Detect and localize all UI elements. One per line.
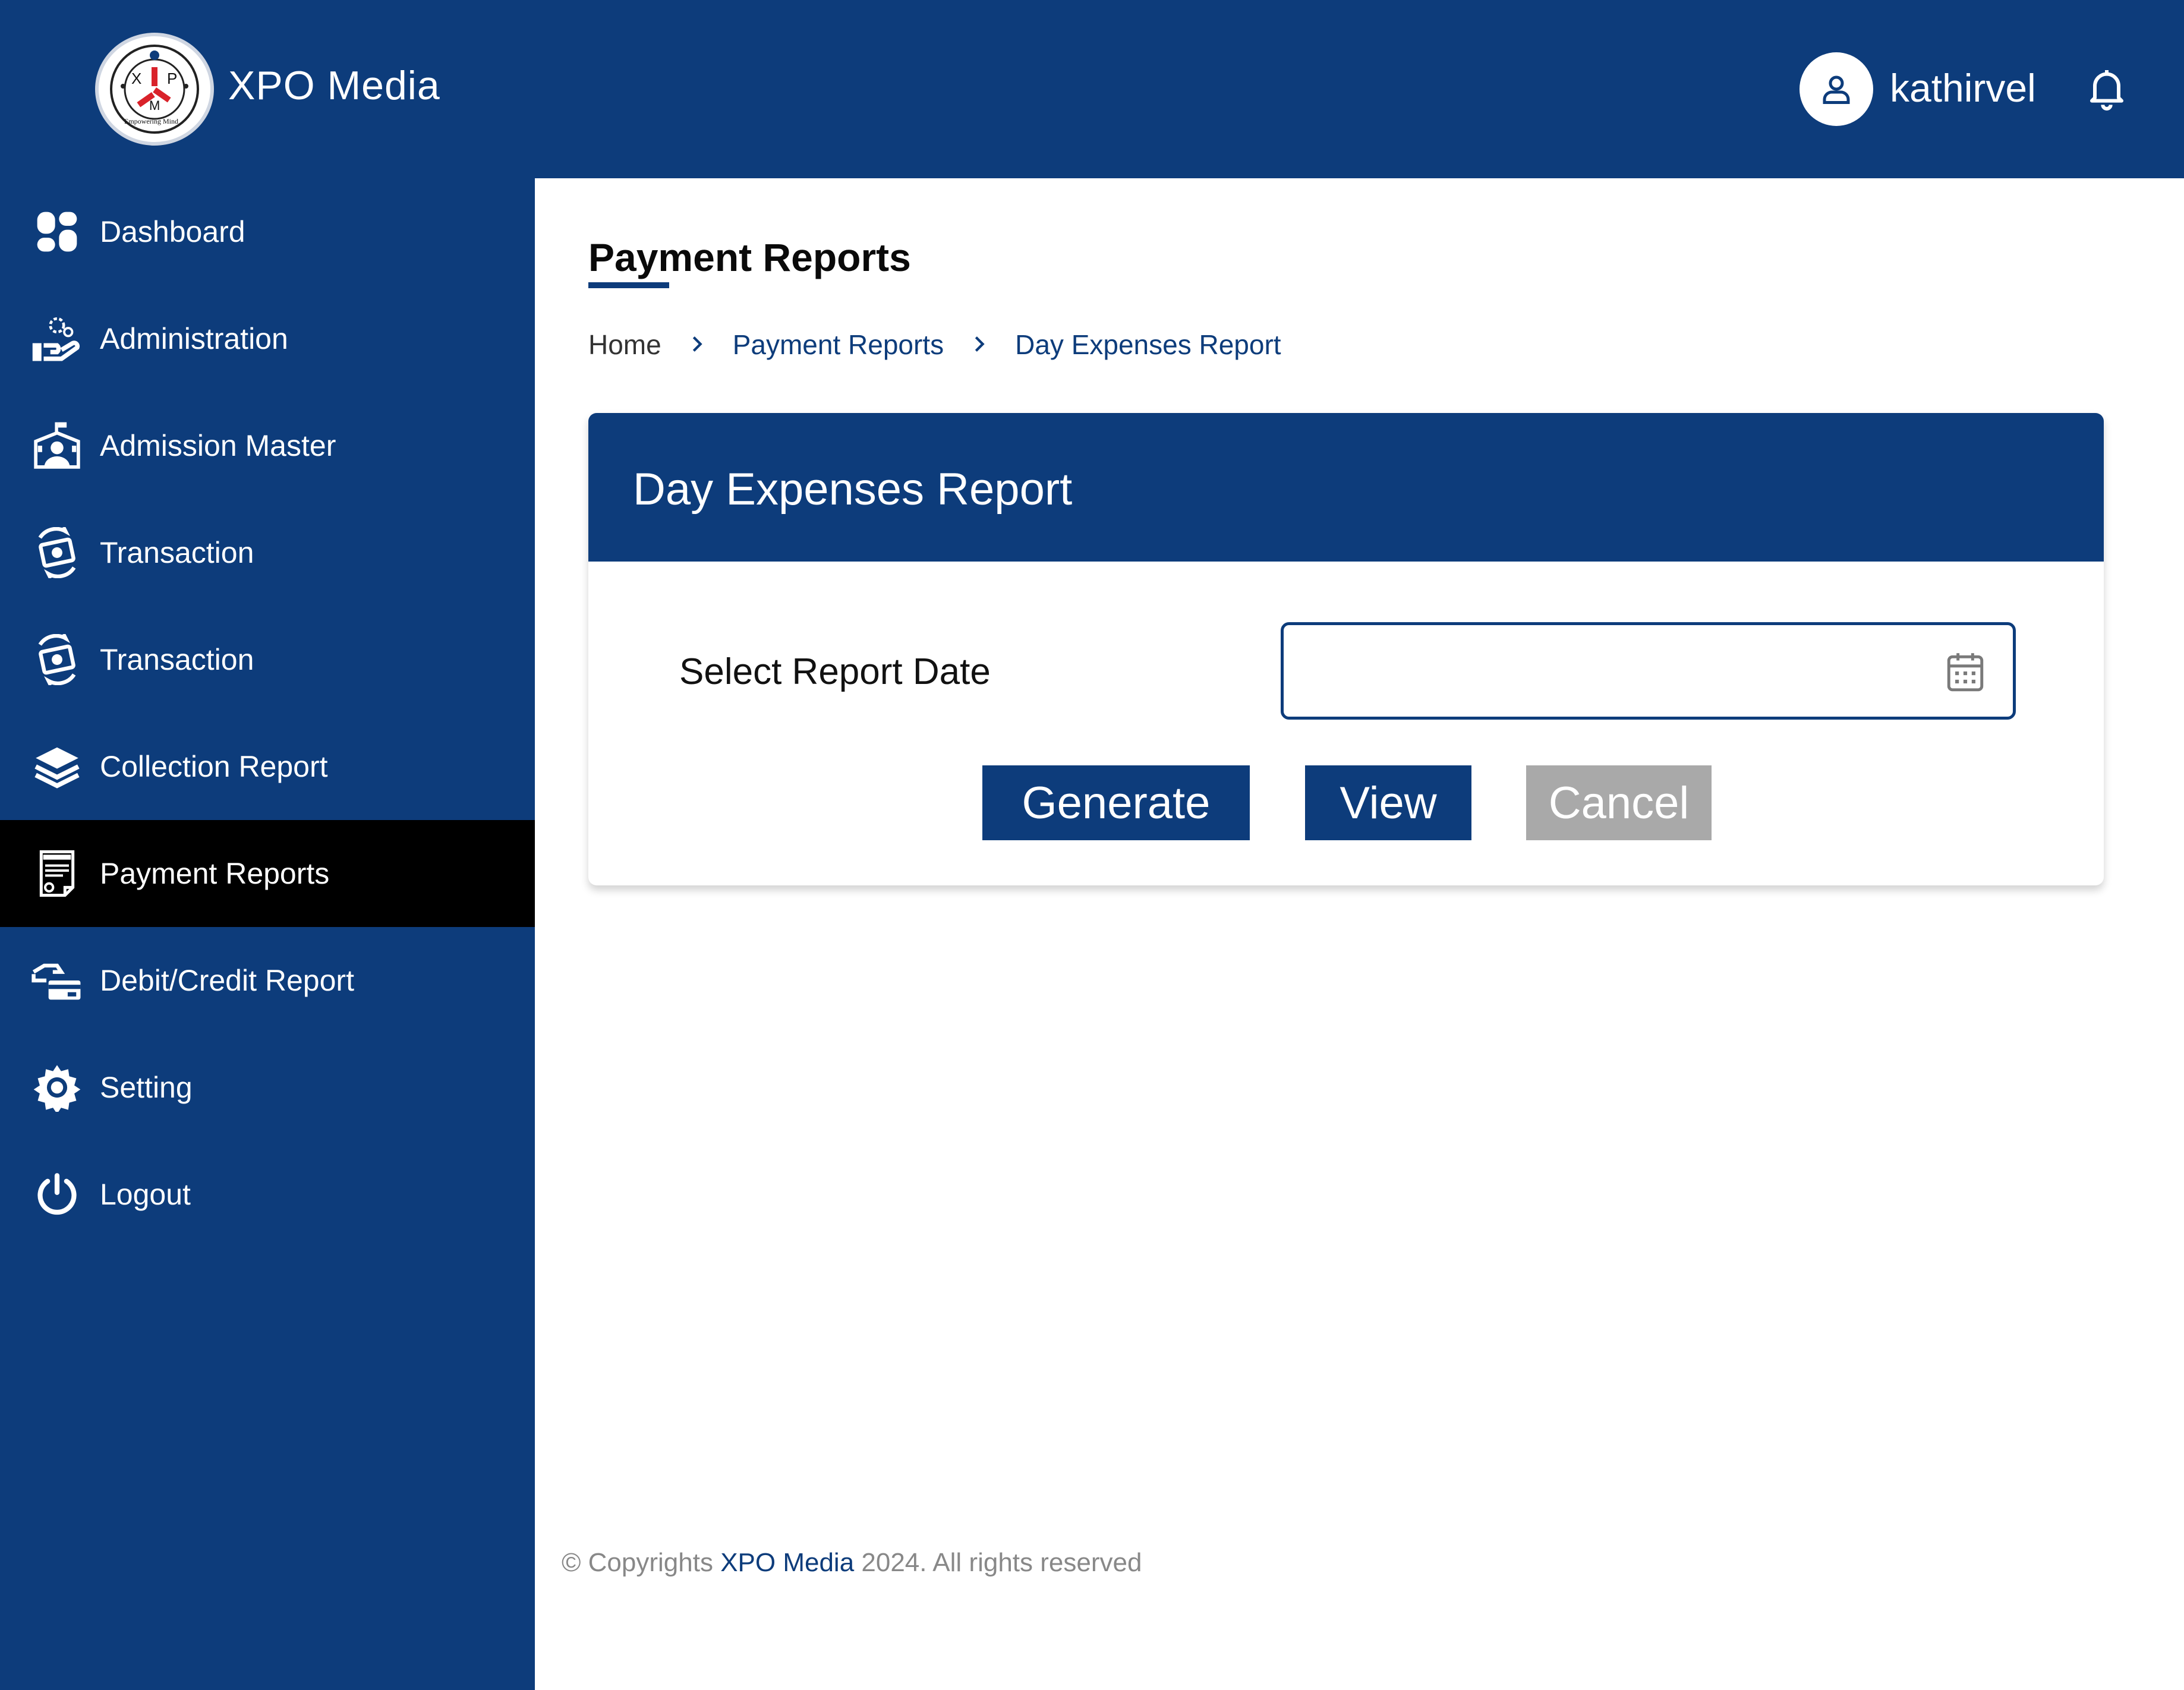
title-underline: [588, 282, 669, 288]
sidebar-item-label: Logout: [100, 1178, 191, 1211]
breadcrumb: Home Payment Reports Day Expenses Report: [588, 327, 1281, 362]
user-avatar[interactable]: [1799, 52, 1873, 126]
sidebar-item-label: Setting: [100, 1071, 193, 1104]
bell-icon[interactable]: [2083, 64, 2131, 112]
sidebar-item-label: Debit/Credit Report: [100, 964, 354, 997]
footer-copyright: © Copyrights XPO Media 2024. All rights …: [562, 1548, 1142, 1578]
footer-brand-link[interactable]: XPO Media: [720, 1548, 854, 1577]
view-button[interactable]: View: [1305, 765, 1471, 840]
sidebar-item-admission-master[interactable]: Admission Master: [0, 392, 535, 499]
sidebar-item-label: Transaction: [100, 536, 254, 569]
footer-suffix: 2024. All rights reserved: [854, 1548, 1142, 1577]
breadcrumb-home[interactable]: Home: [588, 329, 661, 361]
sidebar-item-logout[interactable]: Logout: [0, 1141, 535, 1248]
sidebar-item-dashboard[interactable]: Dashboard: [0, 178, 535, 285]
sidebar-item-debit-credit-report[interactable]: Debit/Credit Report: [0, 927, 535, 1034]
sidebar-item-collection-report[interactable]: Collection Report: [0, 713, 535, 820]
logo-motto: Empowering Mind: [124, 117, 178, 125]
sidebar-item-label: Dashboard: [100, 215, 245, 248]
sidebar-item-setting[interactable]: Setting: [0, 1034, 535, 1141]
sidebar-item-label: Admission Master: [100, 429, 336, 462]
sidebar-item-label: Transaction: [100, 643, 254, 676]
user-icon: [1823, 75, 1850, 104]
sidebar-item-label: Collection Report: [100, 750, 328, 783]
card-payment-icon: [30, 953, 84, 1008]
dashboard-icon: [30, 204, 84, 259]
sidebar-item-payment-reports[interactable]: Payment Reports: [0, 820, 535, 927]
brand-name[interactable]: XPO Media: [228, 62, 440, 109]
money-transfer-icon: [30, 525, 84, 580]
report-date-input[interactable]: [1281, 622, 2016, 720]
admission-icon: [30, 418, 84, 473]
cancel-button[interactable]: Cancel: [1526, 765, 1712, 840]
breadcrumb-current: Day Expenses Report: [1015, 329, 1281, 360]
chevron-right-icon: [944, 329, 1015, 361]
calendar-icon[interactable]: [1943, 649, 1987, 693]
username[interactable]: kathirvel: [1890, 65, 2036, 111]
sidebar: Dashboard Administration Admission Maste…: [0, 178, 535, 1690]
breadcrumb-payment-reports[interactable]: Payment Reports: [733, 329, 944, 361]
gear-icon: [30, 1060, 84, 1115]
money-transfer-icon: [30, 632, 84, 687]
invoice-icon: [30, 846, 84, 901]
power-icon: [30, 1167, 84, 1222]
chevron-right-icon: [661, 329, 733, 361]
sidebar-item-label: Payment Reports: [100, 857, 330, 890]
logo-emblem: X P M Empowering Mind: [110, 45, 199, 134]
sidebar-item-transaction-2[interactable]: Transaction: [0, 606, 535, 713]
report-card: Day Expenses Report Select Report Date G…: [588, 413, 2104, 885]
sidebar-item-transaction[interactable]: Transaction: [0, 499, 535, 606]
admin-gear-hand-icon: [30, 311, 84, 366]
layers-icon: [30, 739, 84, 794]
footer-prefix: © Copyrights: [562, 1548, 721, 1577]
top-header: X P M Empowering Mind XPO Media kathirve…: [0, 0, 2184, 178]
sidebar-item-label: Administration: [100, 322, 288, 355]
sidebar-item-administration[interactable]: Administration: [0, 285, 535, 392]
card-title: Day Expenses Report: [633, 464, 1073, 515]
brand-logo[interactable]: X P M Empowering Mind: [95, 33, 214, 146]
generate-button[interactable]: Generate: [982, 765, 1250, 840]
report-date-label: Select Report Date: [679, 651, 991, 692]
card-header: Day Expenses Report: [588, 413, 2104, 562]
page-title: Payment Reports: [588, 235, 911, 279]
